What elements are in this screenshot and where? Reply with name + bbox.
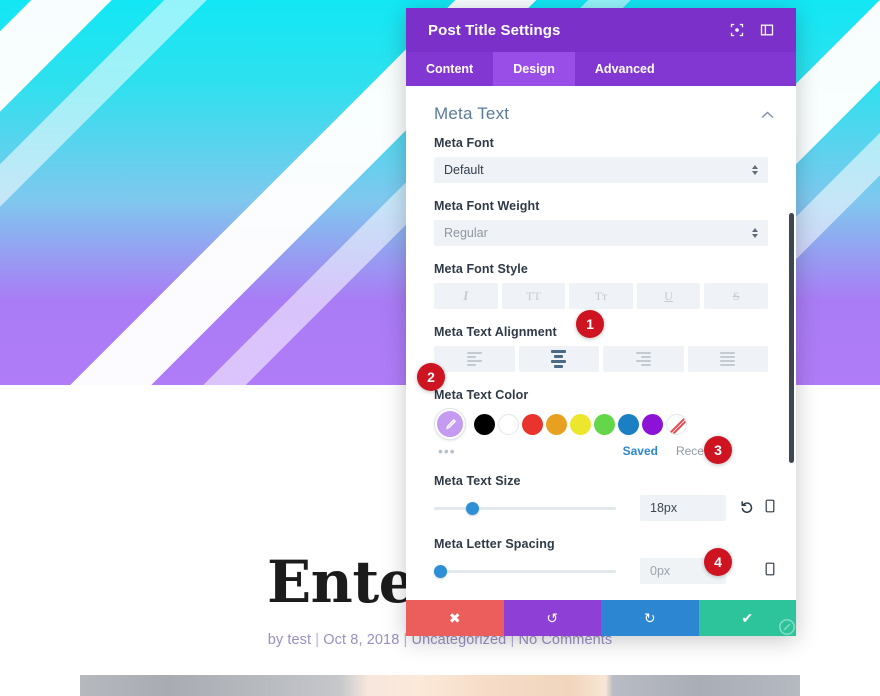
swatch-orange[interactable] [546, 413, 567, 435]
underline-button[interactable]: U [636, 283, 701, 309]
meta-author: by test [267, 632, 312, 648]
chevron-up-icon[interactable] [761, 108, 774, 121]
strikethrough-button[interactable]: S [704, 283, 768, 309]
meta-font-style-buttons: I TT Tт U S [434, 283, 768, 309]
swatch-black[interactable] [474, 413, 495, 435]
field-meta-letter-spacing: Meta Letter Spacing 0px [406, 537, 796, 584]
label-meta-font: Meta Font [434, 136, 494, 150]
color-picker-button[interactable] [435, 409, 465, 439]
slider-track [434, 570, 616, 573]
swatch-purple[interactable] [642, 413, 663, 435]
chevron-updown-icon [752, 165, 758, 175]
meta-text-size-input[interactable]: 18px [640, 495, 726, 521]
modal-title: Post Title Settings [428, 21, 561, 39]
align-justify-icon [720, 352, 736, 366]
callout-badge-2: 2 [417, 363, 445, 391]
slider-track [434, 507, 616, 510]
align-justify-button[interactable] [687, 346, 768, 372]
align-left-icon [466, 352, 482, 366]
meta-date: Oct 8, 2018 [323, 632, 400, 648]
slider-thumb[interactable] [434, 565, 447, 578]
meta-letter-spacing-icons [740, 562, 776, 581]
callout-badge-4: 4 [704, 548, 732, 576]
meta-letter-spacing-placeholder: 0px [650, 564, 671, 578]
label-meta-text-color: Meta Text Color [434, 388, 529, 402]
align-center-button[interactable] [518, 346, 599, 372]
field-meta-font-style: Meta Font Style I TT Tт U S [406, 262, 796, 309]
tab-design[interactable]: Design [493, 52, 575, 86]
modal-header: Post Title Settings [406, 8, 796, 52]
swatch-green[interactable] [594, 413, 615, 435]
slider-thumb[interactable] [466, 502, 479, 515]
cancel-button[interactable]: ✖ [406, 600, 504, 636]
meta-text-size-row: 18px [434, 495, 775, 521]
section-header-meta-text[interactable]: Meta Text [406, 86, 796, 136]
field-meta-text-color: Meta Text Color ••• Saved Recent [406, 388, 796, 458]
meta-letter-spacing-slider[interactable] [434, 562, 616, 580]
uppercase-button[interactable]: TT [501, 283, 566, 309]
modal-body: Meta Text Meta Font Default Meta Font We… [406, 86, 796, 600]
swatch-none[interactable] [666, 413, 687, 435]
layout-toggle-icon[interactable] [754, 17, 780, 43]
callout-badge-1: 1 [576, 310, 604, 338]
swatch-white[interactable] [498, 413, 519, 435]
settings-scrollbar[interactable] [789, 213, 794, 463]
align-left-button[interactable] [434, 346, 515, 372]
responsive-device-icon[interactable] [764, 562, 776, 581]
chevron-updown-icon [752, 228, 758, 238]
italic-button[interactable]: I [434, 283, 498, 309]
expand-icon[interactable] [724, 17, 750, 43]
page-root: Enter Blog by test | Oct 8, 2018 | Uncat… [0, 0, 880, 696]
meta-sep-1: | [315, 632, 320, 648]
meta-text-size-value: 18px [650, 501, 678, 515]
resize-handle[interactable] [778, 618, 796, 636]
color-source-tabs: Saved Recent [623, 444, 768, 458]
align-right-button[interactable] [603, 346, 684, 372]
tab-saved-colors[interactable]: Saved [623, 444, 658, 458]
more-colors-button[interactable]: ••• [438, 444, 456, 458]
tab-advanced[interactable]: Advanced [575, 52, 675, 86]
reset-icon[interactable] [740, 500, 754, 516]
label-meta-text-size: Meta Text Size [434, 474, 521, 488]
field-meta-text-size: Meta Text Size 18px [406, 474, 796, 521]
settings-scroll-area: Meta Text Meta Font Default Meta Font We… [406, 86, 796, 600]
label-meta-font-weight: Meta Font Weight [434, 199, 540, 213]
redo-button[interactable]: ↻ [601, 600, 699, 636]
modal-action-bar: ✖ ↺ ↻ ✔ [406, 600, 796, 636]
align-right-icon [635, 352, 651, 366]
modal-tabs: Content Design Advanced [406, 52, 796, 86]
section-title: Meta Text [434, 104, 510, 123]
select-meta-font-value: Default [444, 163, 484, 177]
meta-text-size-slider[interactable] [434, 499, 616, 517]
smallcaps-button[interactable]: Tт [569, 283, 633, 309]
meta-text-alignment-buttons [434, 346, 768, 372]
tab-content[interactable]: Content [406, 52, 493, 86]
callout-badge-3: 3 [704, 436, 732, 464]
color-swatch-row [434, 409, 768, 439]
post-featured-image [80, 675, 800, 696]
label-meta-font-style: Meta Font Style [434, 262, 528, 276]
swatch-yellow[interactable] [570, 413, 591, 435]
select-meta-font-weight[interactable]: Regular [434, 220, 768, 246]
select-meta-font-weight-value: Regular [444, 226, 488, 240]
field-meta-font: Meta Font Default [406, 136, 796, 183]
swatch-red[interactable] [522, 413, 543, 435]
meta-text-size-icons [740, 499, 776, 518]
align-center-icon [551, 350, 567, 368]
undo-button[interactable]: ↺ [503, 600, 601, 636]
responsive-device-icon[interactable] [764, 499, 776, 518]
select-meta-font[interactable]: Default [434, 157, 768, 183]
field-meta-font-weight: Meta Font Weight Regular [406, 199, 796, 246]
swatch-blue[interactable] [618, 413, 639, 435]
